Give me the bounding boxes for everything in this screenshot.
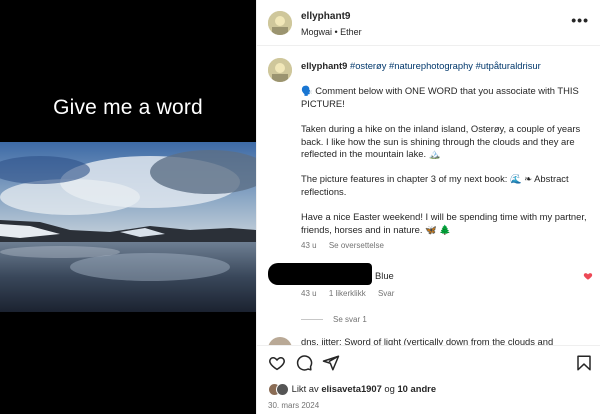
comment-text: Blue — [375, 270, 394, 281]
view-replies-label[interactable]: Se svar 1 — [333, 315, 367, 324]
caption-paragraph: Have a nice Easter weekend! I will be sp… — [301, 211, 587, 235]
post-panel: ellyphant9 Mogwai • Ether ••• ellyphant9… — [256, 0, 600, 414]
post-header: ellyphant9 Mogwai • Ether ••• — [257, 0, 600, 46]
lake-photo — [0, 142, 256, 312]
redacted-username — [268, 263, 372, 285]
more-horizontal-icon[interactable]: ••• — [571, 12, 589, 28]
liked-by-others[interactable]: 10 andre — [397, 383, 436, 394]
comment-meta: 43 u 1 likerklikk Svar — [301, 289, 404, 298]
comment: dns, jitter: Sword of light (vertically … — [268, 337, 593, 345]
comment-icon[interactable] — [295, 354, 313, 372]
liked-by: Likt av elisaveta1907 og 10 andre — [268, 383, 436, 397]
avatar — [276, 383, 289, 397]
caption-paragraph: Taken during a hike on the inland island… — [301, 122, 581, 160]
caption-paragraph: The picture features in chapter 3 of my … — [301, 173, 569, 197]
action-bar: Likt av elisaveta1907 og 10 andre 30. ma… — [257, 345, 600, 414]
post-date: 30. mars 2024 — [268, 401, 320, 410]
avatar[interactable] — [268, 337, 292, 345]
reply-button[interactable]: Svar — [378, 289, 394, 298]
avatar[interactable] — [268, 58, 292, 82]
share-icon[interactable] — [322, 354, 340, 372]
caption-age: 43 u — [301, 241, 317, 250]
heart-icon[interactable] — [583, 271, 593, 281]
translate-link[interactable]: Se oversettelse — [329, 241, 384, 250]
caption-meta: 43 u Se oversettelse — [301, 241, 394, 250]
liked-by-mid: og — [384, 383, 395, 394]
audio-track[interactable]: Mogwai • Ether — [301, 27, 362, 37]
caption-text: ellyphant9 #osterøy #naturephotography #… — [301, 60, 591, 249]
avatar[interactable] — [268, 11, 292, 35]
media-caption: Give me a word — [53, 96, 203, 119]
comments-area[interactable]: ellyphant9 #osterøy #naturephotography #… — [257, 47, 600, 345]
bookmark-icon[interactable] — [575, 354, 593, 372]
hashtags[interactable]: #osterøy #naturephotography #utpåturaldr… — [350, 60, 541, 71]
liked-by-prefix: Likt av — [291, 383, 319, 394]
header-username[interactable]: ellyphant9 — [301, 11, 350, 22]
comment-age: 43 u — [301, 289, 317, 298]
view-replies[interactable]: Se svar 1 — [301, 315, 367, 324]
post-media: Give me a word — [0, 0, 256, 414]
caption-paragraph: 🗣️ Comment below with ONE WORD that you … — [301, 85, 579, 109]
comment-likes[interactable]: 1 likerklikk — [329, 289, 366, 298]
replies-divider — [301, 319, 323, 321]
liked-by-user[interactable]: elisaveta1907 — [321, 383, 381, 394]
heart-icon[interactable] — [268, 354, 286, 372]
caption-username[interactable]: ellyphant9 — [301, 60, 347, 71]
comment-text: dns, jitter: Sword of light (vertically … — [301, 337, 554, 345]
